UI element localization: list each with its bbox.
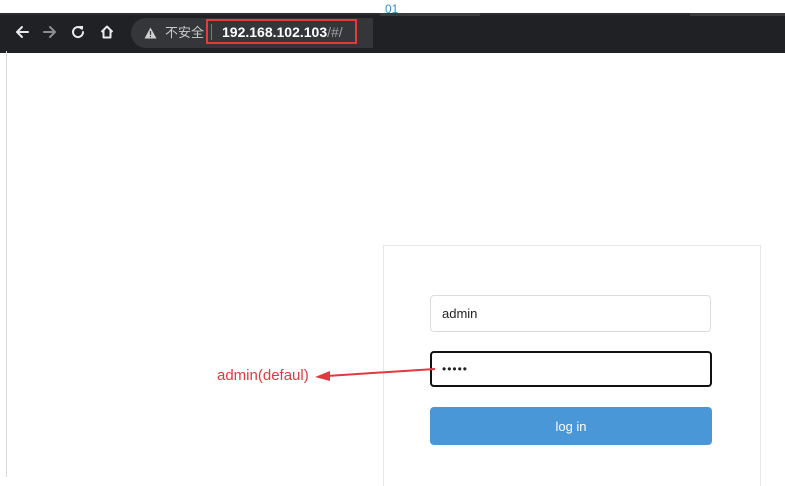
security-label[interactable]: 不安全 (165, 25, 204, 41)
forward-arrow-icon (43, 26, 56, 38)
annotation-label: admin(defaul) (217, 367, 309, 384)
password-input[interactable] (430, 351, 712, 387)
home-icon (100, 25, 114, 39)
reload-icon (72, 26, 85, 39)
reload-button[interactable] (65, 13, 91, 51)
page-edge (6, 51, 7, 477)
back-button[interactable] (9, 13, 35, 51)
warning-icon (144, 27, 157, 39)
forward-button[interactable] (37, 13, 63, 51)
home-button[interactable] (94, 13, 120, 51)
tab-strip-edge (690, 13, 785, 16)
annotation-arrow-icon (315, 368, 436, 381)
tab-strip-edge (380, 13, 480, 16)
username-input[interactable] (430, 295, 711, 332)
login-button[interactable]: log in (430, 407, 712, 445)
back-arrow-icon (16, 26, 29, 38)
url-highlight-box (206, 19, 357, 44)
